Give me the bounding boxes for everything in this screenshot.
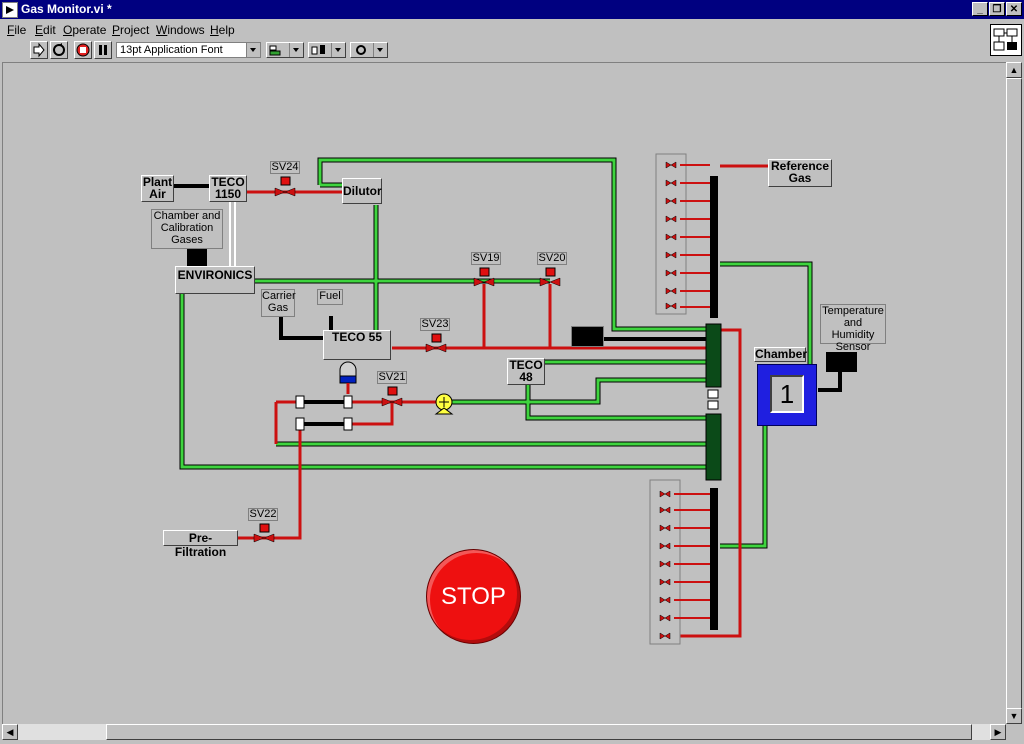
fuel-label: Fuel <box>317 289 343 305</box>
sv22-label: SV22 <box>248 508 278 521</box>
teco55-box[interactable]: TECO 55 <box>323 330 391 360</box>
carrier-gas-label: Carrier Gas <box>261 289 296 317</box>
chamber-cal-gases-label: Chamber and Calibration Gases <box>151 209 223 249</box>
white-pipes <box>229 202 236 266</box>
scroll-left-arrow-icon[interactable]: ◀ <box>2 724 18 740</box>
sv24-label: SV24 <box>270 161 300 174</box>
horizontal-scrollbar[interactable]: ◀ ▶ <box>2 724 1006 740</box>
reference-gas-box[interactable]: Reference Gas <box>768 159 832 187</box>
sv23-label: SV23 <box>420 318 450 331</box>
scroll-up-arrow-icon[interactable]: ▲ <box>1006 62 1022 78</box>
horizontal-scroll-thumb[interactable] <box>106 724 972 740</box>
manifold-upper-block <box>705 323 722 388</box>
chamber-label: Chamber <box>754 347 808 362</box>
scroll-right-arrow-icon[interactable]: ▶ <box>990 724 1006 740</box>
temp-humidity-sensor-label: Temperature and Humidity Sensor <box>820 304 886 353</box>
pump-icon <box>434 393 454 415</box>
vertical-scrollbar[interactable]: ▲ ▼ <box>1006 62 1022 724</box>
gas-cylinder-icon <box>339 361 357 394</box>
plant-air-label: Plant Air <box>141 175 174 202</box>
teco1150-box[interactable]: TECO 1150 <box>209 175 247 202</box>
status-indicator-black <box>571 326 604 347</box>
vertical-scroll-thumb[interactable] <box>1006 78 1022 714</box>
teco48-box[interactable]: TECO 48 <box>507 358 545 385</box>
valve-bank-bottom <box>649 479 710 645</box>
stop-button[interactable]: STOP <box>426 549 521 644</box>
chamber-display[interactable]: 1 <box>757 364 817 426</box>
sv20-label: SV20 <box>537 252 567 265</box>
cal-gas-indicator <box>187 249 207 267</box>
valve-bank-top <box>655 153 710 315</box>
pre-filtration-box[interactable]: Pre-Filtration <box>163 530 238 559</box>
sv19-label: SV19 <box>471 252 501 265</box>
dilutor-box[interactable]: Dilutor <box>342 178 382 204</box>
scroll-down-arrow-icon[interactable]: ▼ <box>1006 708 1022 724</box>
environics-box[interactable]: ENVIRONICS <box>175 266 255 294</box>
sv21-label: SV21 <box>377 371 407 384</box>
manifold-bottom-bar <box>710 488 718 630</box>
chamber-number: 1 <box>770 375 804 413</box>
manifold-top-bar <box>710 176 718 318</box>
manifold-lower-block <box>705 413 722 481</box>
temp-humidity-indicator <box>826 352 857 372</box>
